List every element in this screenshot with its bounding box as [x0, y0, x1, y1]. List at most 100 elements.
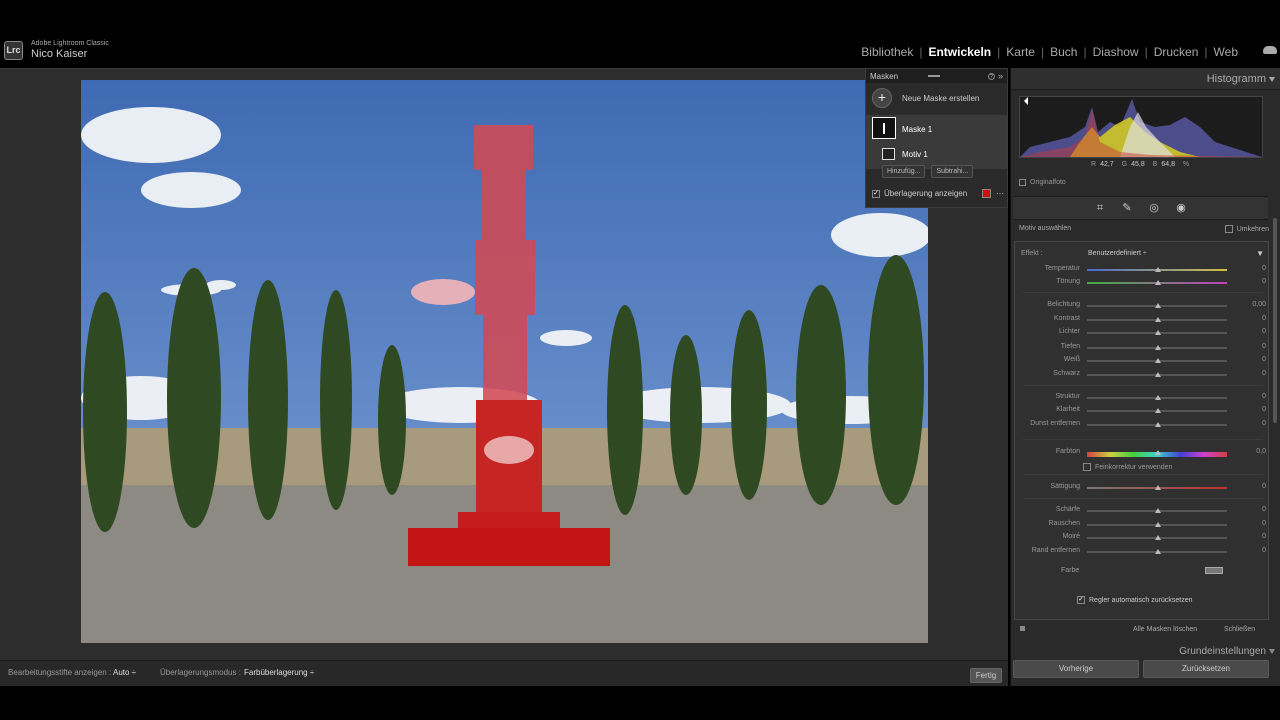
slider-value[interactable]: 0: [1262, 406, 1266, 413]
slider-row[interactable]: Farbton 0,0: [1015, 447, 1270, 457]
auto-reset-toggle[interactable]: ✓ Regler automatisch zurücksetzen: [1077, 596, 1193, 604]
done-button[interactable]: Fertig: [970, 668, 1002, 683]
slider-value[interactable]: 0: [1262, 278, 1266, 285]
module-diashow[interactable]: Diashow: [1087, 45, 1145, 59]
color-swatch[interactable]: [1205, 567, 1223, 574]
histogram-header[interactable]: Histogramm: [1011, 68, 1280, 90]
close-masks-button[interactable]: Schließen: [1224, 626, 1255, 633]
previous-button[interactable]: Vorherige: [1013, 660, 1139, 678]
slider-row[interactable]: Klarheit 0: [1015, 405, 1270, 415]
drag-handle-icon[interactable]: [928, 75, 941, 77]
slider-row[interactable]: Sättigung 0: [1015, 482, 1270, 492]
module-karte[interactable]: Karte: [1000, 45, 1041, 59]
slider-value[interactable]: 0: [1262, 420, 1266, 427]
slider-handle[interactable]: [1155, 408, 1161, 413]
slider-row[interactable]: Belichtung 0,00: [1015, 300, 1270, 310]
slider-row[interactable]: Struktur 0: [1015, 392, 1270, 402]
slider-value[interactable]: 0: [1262, 328, 1266, 335]
effect-preset-dropdown[interactable]: Benutzerdefiniert ÷: [1088, 250, 1147, 257]
slider-handle[interactable]: [1155, 317, 1161, 322]
original-photo-checkbox[interactable]: [1019, 179, 1026, 186]
slider-row[interactable]: Rand entfernen 0: [1015, 546, 1270, 556]
red-eye-icon[interactable]: ◎: [1149, 202, 1160, 214]
add-to-mask-button[interactable]: Hinzufüg...: [882, 165, 926, 178]
slider-handle[interactable]: [1155, 395, 1161, 400]
slider-value[interactable]: 0: [1262, 393, 1266, 400]
subject-mask-icon[interactable]: [882, 148, 895, 160]
slider-handle[interactable]: [1155, 372, 1161, 377]
overlay-checkbox[interactable]: ✓: [872, 189, 880, 198]
slider-handle[interactable]: [1155, 549, 1161, 554]
module-drucken[interactable]: Drucken: [1148, 45, 1205, 59]
slider-value[interactable]: 0: [1262, 520, 1266, 527]
collapse-panel-icon[interactable]: »: [998, 71, 1003, 81]
overlay-color-swatch[interactable]: [982, 189, 991, 198]
masks-panel-header[interactable]: Masken ? »: [866, 69, 1007, 83]
finetune-toggle[interactable]: Feinkorrektur verwenden: [1083, 463, 1172, 471]
slider-value[interactable]: 0: [1262, 315, 1266, 322]
slider-row[interactable]: Rauschen 0: [1015, 519, 1270, 529]
module-entwickeln[interactable]: Entwickeln: [922, 45, 997, 59]
slider-value[interactable]: 0,00: [1252, 301, 1266, 308]
slider-handle[interactable]: [1155, 358, 1161, 363]
help-icon[interactable]: ?: [987, 72, 995, 80]
slider-value[interactable]: 0: [1262, 547, 1266, 554]
slider-row[interactable]: Weiß 0: [1015, 355, 1270, 365]
cloud-sync-icon[interactable]: [1263, 46, 1277, 54]
slider-value[interactable]: 0: [1262, 265, 1266, 272]
original-photo-toggle[interactable]: Originalfoto: [1019, 179, 1066, 186]
slider-value[interactable]: 0: [1262, 506, 1266, 513]
slider-row[interactable]: Tiefen 0: [1015, 342, 1270, 352]
subtract-from-mask-button[interactable]: Subtrahi...: [931, 165, 974, 178]
mask-thumbnail[interactable]: [872, 117, 896, 139]
slider-handle[interactable]: [1155, 450, 1161, 455]
module-buch[interactable]: Buch: [1044, 45, 1083, 59]
collapse-triangle-icon[interactable]: [1269, 77, 1275, 82]
slider-row[interactable]: Lichter 0: [1015, 327, 1270, 337]
more-options-icon[interactable]: ⋯: [996, 189, 1004, 198]
slider-value[interactable]: 0: [1262, 356, 1266, 363]
slider-handle[interactable]: [1155, 485, 1161, 490]
module-bibliothek[interactable]: Bibliothek: [855, 45, 919, 59]
slider-value[interactable]: 0: [1262, 533, 1266, 540]
invert-checkbox[interactable]: [1224, 225, 1233, 233]
histogram[interactable]: [1019, 96, 1263, 158]
slider-row[interactable]: Dunst entfernen 0: [1015, 419, 1270, 429]
healing-brush-icon[interactable]: ✎: [1122, 202, 1133, 214]
slider-row[interactable]: Temperatur 0: [1015, 264, 1270, 274]
overlay-mode-dropdown[interactable]: Farbüberlagerung ÷: [244, 668, 314, 677]
delete-all-masks-button[interactable]: Alle Masken löschen: [1133, 626, 1197, 633]
finetune-checkbox[interactable]: [1083, 463, 1091, 471]
photo-preview[interactable]: [81, 80, 928, 643]
slider-row[interactable]: Tönung 0: [1015, 277, 1270, 287]
mask-list-item[interactable]: Maske 1 Motiv 1: [866, 115, 1007, 169]
module-web[interactable]: Web: [1208, 45, 1244, 59]
show-pins-dropdown[interactable]: Auto ÷: [113, 668, 136, 677]
new-mask-button[interactable]: + Neue Maske erstellen: [866, 83, 1007, 113]
masking-icon[interactable]: ◉: [1176, 202, 1187, 214]
slider-value[interactable]: 0: [1262, 483, 1266, 490]
slider-handle[interactable]: [1155, 508, 1161, 513]
slider-handle[interactable]: [1155, 522, 1161, 527]
slider-handle[interactable]: [1155, 422, 1161, 427]
slider-row[interactable]: Kontrast 0: [1015, 314, 1270, 324]
slider-handle[interactable]: [1155, 303, 1161, 308]
basic-panel-collapse-icon[interactable]: [1269, 649, 1275, 654]
invert-toggle[interactable]: Umkehren: [1224, 225, 1269, 233]
reset-button[interactable]: Zurücksetzen: [1143, 660, 1269, 678]
slider-handle[interactable]: [1155, 345, 1161, 350]
slider-value[interactable]: 0,0: [1256, 448, 1266, 455]
slider-value[interactable]: 0: [1262, 370, 1266, 377]
slider-handle[interactable]: [1155, 267, 1161, 272]
crop-icon[interactable]: ⌗: [1095, 202, 1106, 214]
slider-handle[interactable]: [1155, 535, 1161, 540]
slider-row[interactable]: Schärfe 0: [1015, 505, 1270, 515]
slider-value[interactable]: 0: [1262, 343, 1266, 350]
slider-row[interactable]: Moiré 0: [1015, 532, 1270, 542]
effect-collapse-icon[interactable]: ▼: [1256, 249, 1264, 258]
panel-switch-icon[interactable]: [1020, 626, 1025, 631]
auto-reset-checkbox[interactable]: ✓: [1077, 596, 1085, 604]
panel-scrollbar[interactable]: [1273, 218, 1277, 423]
basic-panel-header[interactable]: Grundeinstellungen: [1179, 646, 1266, 657]
slider-handle[interactable]: [1155, 280, 1161, 285]
